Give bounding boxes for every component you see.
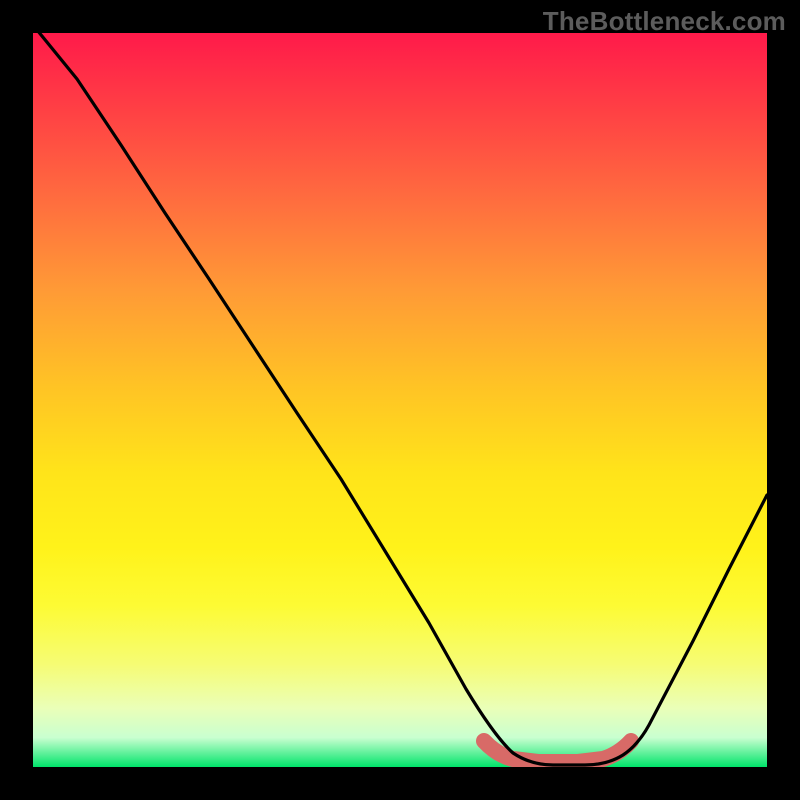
plot-area	[33, 33, 767, 767]
chart-frame: TheBottleneck.com	[0, 0, 800, 800]
chart-svg	[33, 33, 767, 767]
bottleneck-curve-line	[33, 33, 767, 765]
watermark-text: TheBottleneck.com	[543, 6, 786, 37]
